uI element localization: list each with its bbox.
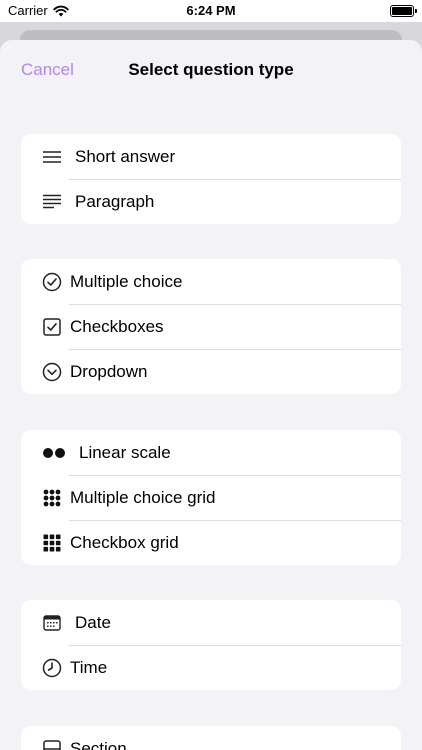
group-scale-grid: Linear scale Multiple choice grid Checkb… xyxy=(21,430,401,565)
group-text: Short answer Paragraph xyxy=(21,134,401,224)
option-label: Paragraph xyxy=(75,191,155,211)
option-short-answer[interactable]: Short answer xyxy=(21,134,401,179)
short-answer-lines-icon xyxy=(41,146,63,168)
checkmark-square-icon xyxy=(41,316,63,338)
nav-bar: Cancel Select question type xyxy=(0,40,422,102)
option-section[interactable]: Section xyxy=(21,726,401,750)
option-linear-scale[interactable]: Linear scale xyxy=(21,430,401,475)
section-icon xyxy=(41,738,63,750)
group-date-time: Date Time xyxy=(21,600,401,690)
checkmark-circle-icon xyxy=(41,271,63,293)
battery-icon xyxy=(390,5,417,17)
status-time: 6:24 PM xyxy=(186,3,236,18)
option-dropdown[interactable]: Dropdown xyxy=(21,349,401,394)
two-dots-icon xyxy=(41,442,67,464)
option-label: Date xyxy=(75,612,111,632)
option-checkbox-grid[interactable]: Checkbox grid xyxy=(21,520,401,565)
calendar-icon xyxy=(41,612,63,634)
option-time[interactable]: Time xyxy=(21,645,401,690)
clock-icon xyxy=(41,657,63,679)
question-type-sheet: Cancel Select question type Short answer… xyxy=(0,40,422,750)
option-label: Section xyxy=(70,738,127,750)
page-title: Select question type xyxy=(128,60,294,79)
option-label: Checkbox grid xyxy=(70,532,179,552)
option-label: Multiple choice xyxy=(70,271,183,291)
dot-grid-icon xyxy=(41,487,63,509)
option-label: Multiple choice grid xyxy=(70,487,216,507)
status-bar: Carrier 6:24 PM xyxy=(0,0,422,22)
option-date[interactable]: Date xyxy=(21,600,401,645)
option-paragraph[interactable]: Paragraph xyxy=(21,179,401,224)
paragraph-lines-icon xyxy=(41,191,63,213)
option-label: Linear scale xyxy=(79,442,171,462)
option-label: Time xyxy=(70,657,108,677)
option-label: Short answer xyxy=(75,146,176,166)
option-label: Checkboxes xyxy=(70,316,164,336)
option-checkboxes[interactable]: Checkboxes xyxy=(21,304,401,349)
chevron-down-circle-icon xyxy=(41,361,63,383)
square-grid-icon xyxy=(41,532,63,554)
option-label: Dropdown xyxy=(70,361,148,381)
group-choice: Multiple choice Checkboxes Dropdown xyxy=(21,259,401,394)
group-section: Section xyxy=(21,726,401,750)
option-multiple-choice[interactable]: Multiple choice xyxy=(21,259,401,304)
option-multiple-choice-grid[interactable]: Multiple choice grid xyxy=(21,475,401,520)
